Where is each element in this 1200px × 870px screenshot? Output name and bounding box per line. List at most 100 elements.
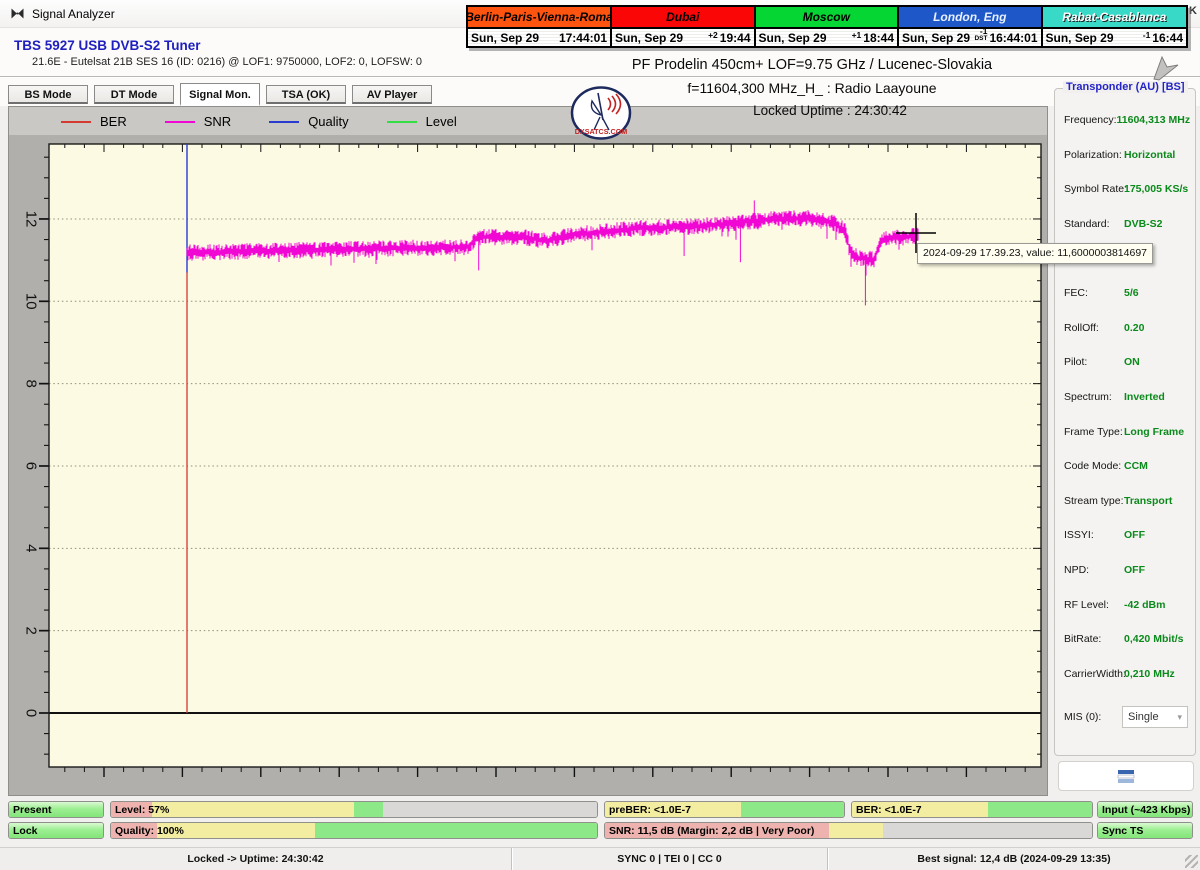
row-label: ISSYI:	[1064, 529, 1094, 542]
transponder-rows: Frequency: 11604,313 MHz Polarization: Hori…	[1064, 103, 1190, 691]
row-label: CarrierWidth:	[1064, 667, 1126, 680]
tab-dt-mode[interactable]: DT Mode	[94, 85, 174, 104]
meter-input-423-kbps-: Input (~423 Kbps)	[1097, 801, 1193, 818]
meter-label: preBER: <1.0E-7	[609, 804, 691, 816]
transponder-row: CarrierWidth: 0,210 MHz	[1064, 657, 1190, 692]
legend-item-ber: BER	[61, 114, 127, 129]
legend-label: Level	[425, 114, 457, 129]
tab-av-player[interactable]: AV Player	[352, 85, 432, 104]
footer-status-bar: Locked -> Uptime: 24:30:42 SYNC 0 | TEI …	[0, 847, 1200, 870]
panel-title: Transponder (AU) [BS]	[1063, 81, 1188, 93]
legend-swatch	[61, 120, 91, 123]
window-title: Signal Analyzer	[32, 7, 115, 21]
row-label: NPD:	[1064, 564, 1090, 577]
meter-ber: BER: <1.0E-7	[851, 801, 1093, 818]
svg-text:0: 0	[23, 709, 40, 717]
clock-column: Moscow Sun, Sep 29 +1 18:44	[755, 7, 899, 46]
legend-item-level: Level	[386, 114, 457, 129]
row-label: RF Level:	[1064, 598, 1109, 611]
clock-datetime: Sun, Sep 29 -1 DST 16:44:01	[899, 25, 1041, 46]
tab-bs-mode[interactable]: BS Mode	[8, 85, 88, 104]
clock-datetime: Sun, Sep 29 -1 16:44	[1042, 27, 1186, 46]
row-label: Spectrum:	[1064, 391, 1112, 404]
clock-date: Sun, Sep 29	[758, 30, 827, 45]
clock-datetime: Sun, Sep 29 +2 19:44	[612, 27, 754, 46]
logo-text: DXSATCS.COM	[575, 127, 628, 136]
row-value: Inverted	[1124, 391, 1165, 404]
meter-label: SNR: 11,5 dB (Margin: 2,2 dB | Very Poor…	[609, 825, 815, 837]
clock-utc-offset: +1	[851, 29, 862, 40]
chart-widget: BER SNR Quality Level 0 2 4 6 8 10 12	[8, 106, 1048, 796]
stream-list-button[interactable]	[1058, 761, 1194, 791]
satellite-info: 21.6E - Eutelsat 21B SES 16 (ID: 0216) @…	[32, 56, 423, 68]
tab-bar: BS Mode DT Mode Signal Mon. TSA (OK) AV Play…	[8, 83, 432, 106]
row-label: BitRate:	[1064, 633, 1102, 646]
chart-tooltip: 2024-09-29 17.39.23, value: 11,600000381…	[917, 243, 1154, 264]
row-label: Symbol Rate:	[1064, 183, 1128, 196]
dish-info: PF Prodelin 450cm+ LOF=9.75 GHz / Lucene…	[631, 57, 993, 73]
clock-date: Sun, Sep 29	[902, 30, 971, 45]
clock-utc-offset: -1	[1142, 29, 1151, 40]
meter-present: Present	[8, 801, 104, 818]
transponder-row: Frame Type: Long Frame	[1064, 414, 1190, 449]
row-value: Horizontal	[1124, 148, 1176, 161]
svg-text:6: 6	[23, 462, 40, 470]
row-value: DVB-S2	[1124, 218, 1163, 231]
clock-time: 18:44	[863, 30, 894, 45]
transponder-row: Pilot: ON	[1064, 345, 1190, 380]
row-label: Frequency:	[1064, 114, 1117, 127]
transponder-row: ISSYI: OFF	[1064, 518, 1190, 553]
resize-grip[interactable]	[1185, 855, 1198, 868]
clock-column: Rabat-Casablanca Sun, Sep 29 -1 16:44	[1042, 7, 1186, 46]
row-value: 5/6	[1124, 287, 1139, 300]
row-label: Stream type:	[1064, 494, 1124, 507]
clock-date: Sun, Sep 29	[1045, 30, 1114, 45]
locked-uptime: Locked Uptime : 24:30:42	[753, 103, 907, 118]
transponder-row: RF Level: -42 dBm	[1064, 587, 1190, 622]
row-value: Long Frame	[1124, 425, 1185, 438]
row-label: FEC:	[1064, 287, 1088, 300]
transponder-row: Spectrum: Inverted	[1064, 380, 1190, 415]
footer-sync-counters: SYNC 0 | TEI 0 | CC 0	[512, 848, 828, 870]
row-label: Frame Type:	[1064, 425, 1123, 438]
svg-text:12: 12	[23, 211, 40, 228]
clock-datetime: Sun, Sep 29 17:44:01	[468, 27, 610, 46]
clock-city-label: London, Eng	[899, 7, 1041, 27]
svg-text:2: 2	[23, 626, 40, 634]
row-value: OFF	[1124, 529, 1145, 542]
row-value: ON	[1124, 356, 1140, 369]
tab-tsa-ok-[interactable]: TSA (OK)	[266, 85, 346, 104]
transponder-row: Code Mode: CCM	[1064, 449, 1190, 484]
chevron-down-icon: ▾	[1177, 711, 1182, 722]
clock-city-label: Dubai	[612, 7, 754, 27]
clipped-corner-glyph: K	[1189, 5, 1197, 17]
row-value: -42 dBm	[1124, 598, 1166, 611]
meter-label: Lock	[13, 825, 38, 837]
row-label: RollOff:	[1064, 321, 1099, 334]
clock-utc-offset: +2	[708, 29, 718, 40]
world-clock-table: Berlin-Paris-Vienna-Roma Sun, Sep 29 17:44…	[466, 5, 1188, 48]
legend-item-quality: Quality	[269, 114, 349, 129]
transponder-row: Frequency: 11604,313 MHz	[1064, 103, 1190, 138]
row-label: Polarization:	[1064, 148, 1122, 161]
row-value: 0.20	[1124, 321, 1145, 334]
clock-time: 17:44:01	[558, 30, 607, 45]
legend-swatch	[164, 120, 195, 123]
layers-icon	[1117, 769, 1135, 783]
clock-time: 16:44:01	[989, 30, 1038, 45]
footer-best-signal: Best signal: 12,4 dB (2024-09-29 13:35)	[917, 853, 1111, 865]
footer-uptime: Locked -> Uptime: 24:30:42	[0, 848, 512, 870]
clock-datetime: Sun, Sep 29 +1 18:44	[755, 27, 897, 46]
svg-text:10: 10	[23, 293, 40, 310]
clock-city-label: Moscow	[755, 7, 897, 27]
tab-signal-mon-[interactable]: Signal Mon.	[180, 83, 260, 106]
meter-label: Sync TS	[1102, 825, 1144, 837]
row-value: Transport	[1124, 494, 1173, 507]
mis-select[interactable]: Single ▾	[1122, 706, 1188, 728]
transponder-row: Stream type: Transport	[1064, 484, 1190, 519]
meter-label: Quality: 100%	[115, 825, 184, 837]
clock-utc-offset: -1 DST	[974, 25, 988, 42]
signal-chart[interactable]: 0 2 4 6 8 10 12	[9, 135, 1047, 795]
transponder-panel: Transponder (AU) [BS] Frequency: 11604,31…	[1054, 81, 1196, 756]
meter-preber: preBER: <1.0E-7	[604, 801, 845, 818]
